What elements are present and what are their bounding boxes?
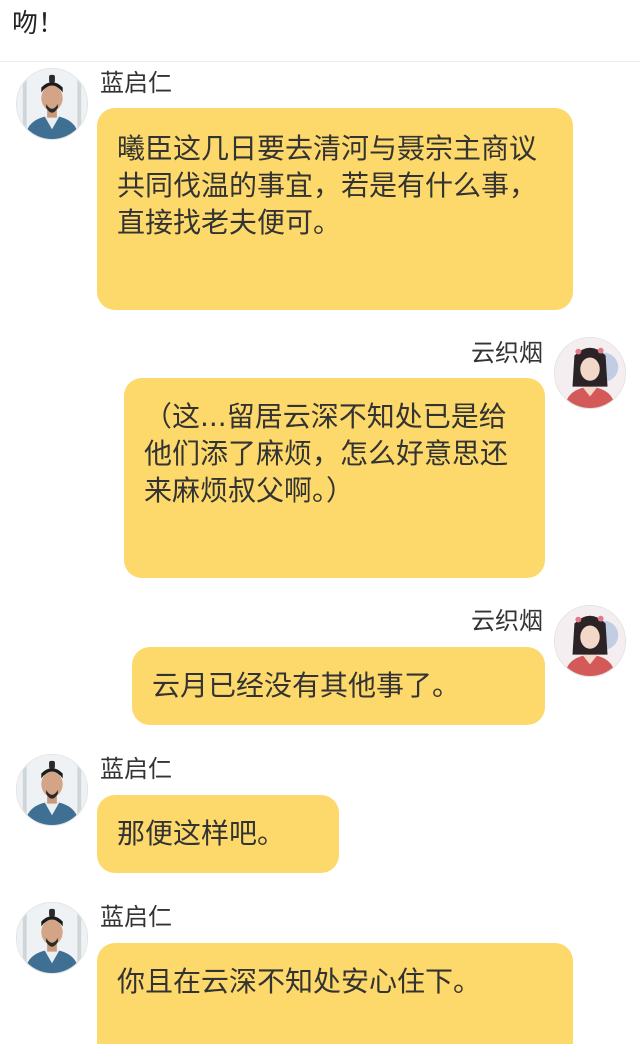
sender-name: 蓝启仁: [100, 69, 172, 97]
message-bubble[interactable]: 那便这样吧。: [97, 795, 339, 873]
message-bubble[interactable]: 曦臣这几日要去清河与聂宗主商议共同伐温的事宜，若是有什么事，直接找老夫便可。: [97, 108, 573, 310]
message-bubble[interactable]: 你且在云深不知处安心住下。: [97, 943, 573, 1044]
elder-man-avatar[interactable]: [16, 902, 88, 974]
message-bubble[interactable]: 云月已经没有其他事了。: [132, 647, 545, 725]
sender-name: 蓝启仁: [100, 755, 172, 783]
sender-name: 云织烟: [471, 607, 543, 635]
young-woman-avatar[interactable]: [554, 337, 626, 409]
young-woman-avatar[interactable]: [554, 605, 626, 677]
message-bubble[interactable]: （这...留居云深不知处已是给他们添了麻烦，怎么好意思还来麻烦叔父啊。）: [124, 378, 545, 578]
divider: [0, 61, 640, 62]
sender-name: 云织烟: [471, 339, 543, 367]
elder-man-avatar[interactable]: [16, 68, 88, 140]
top-partial-text: 吻！: [12, 9, 65, 39]
elder-man-avatar[interactable]: [16, 754, 88, 826]
sender-name: 蓝启仁: [100, 903, 172, 931]
